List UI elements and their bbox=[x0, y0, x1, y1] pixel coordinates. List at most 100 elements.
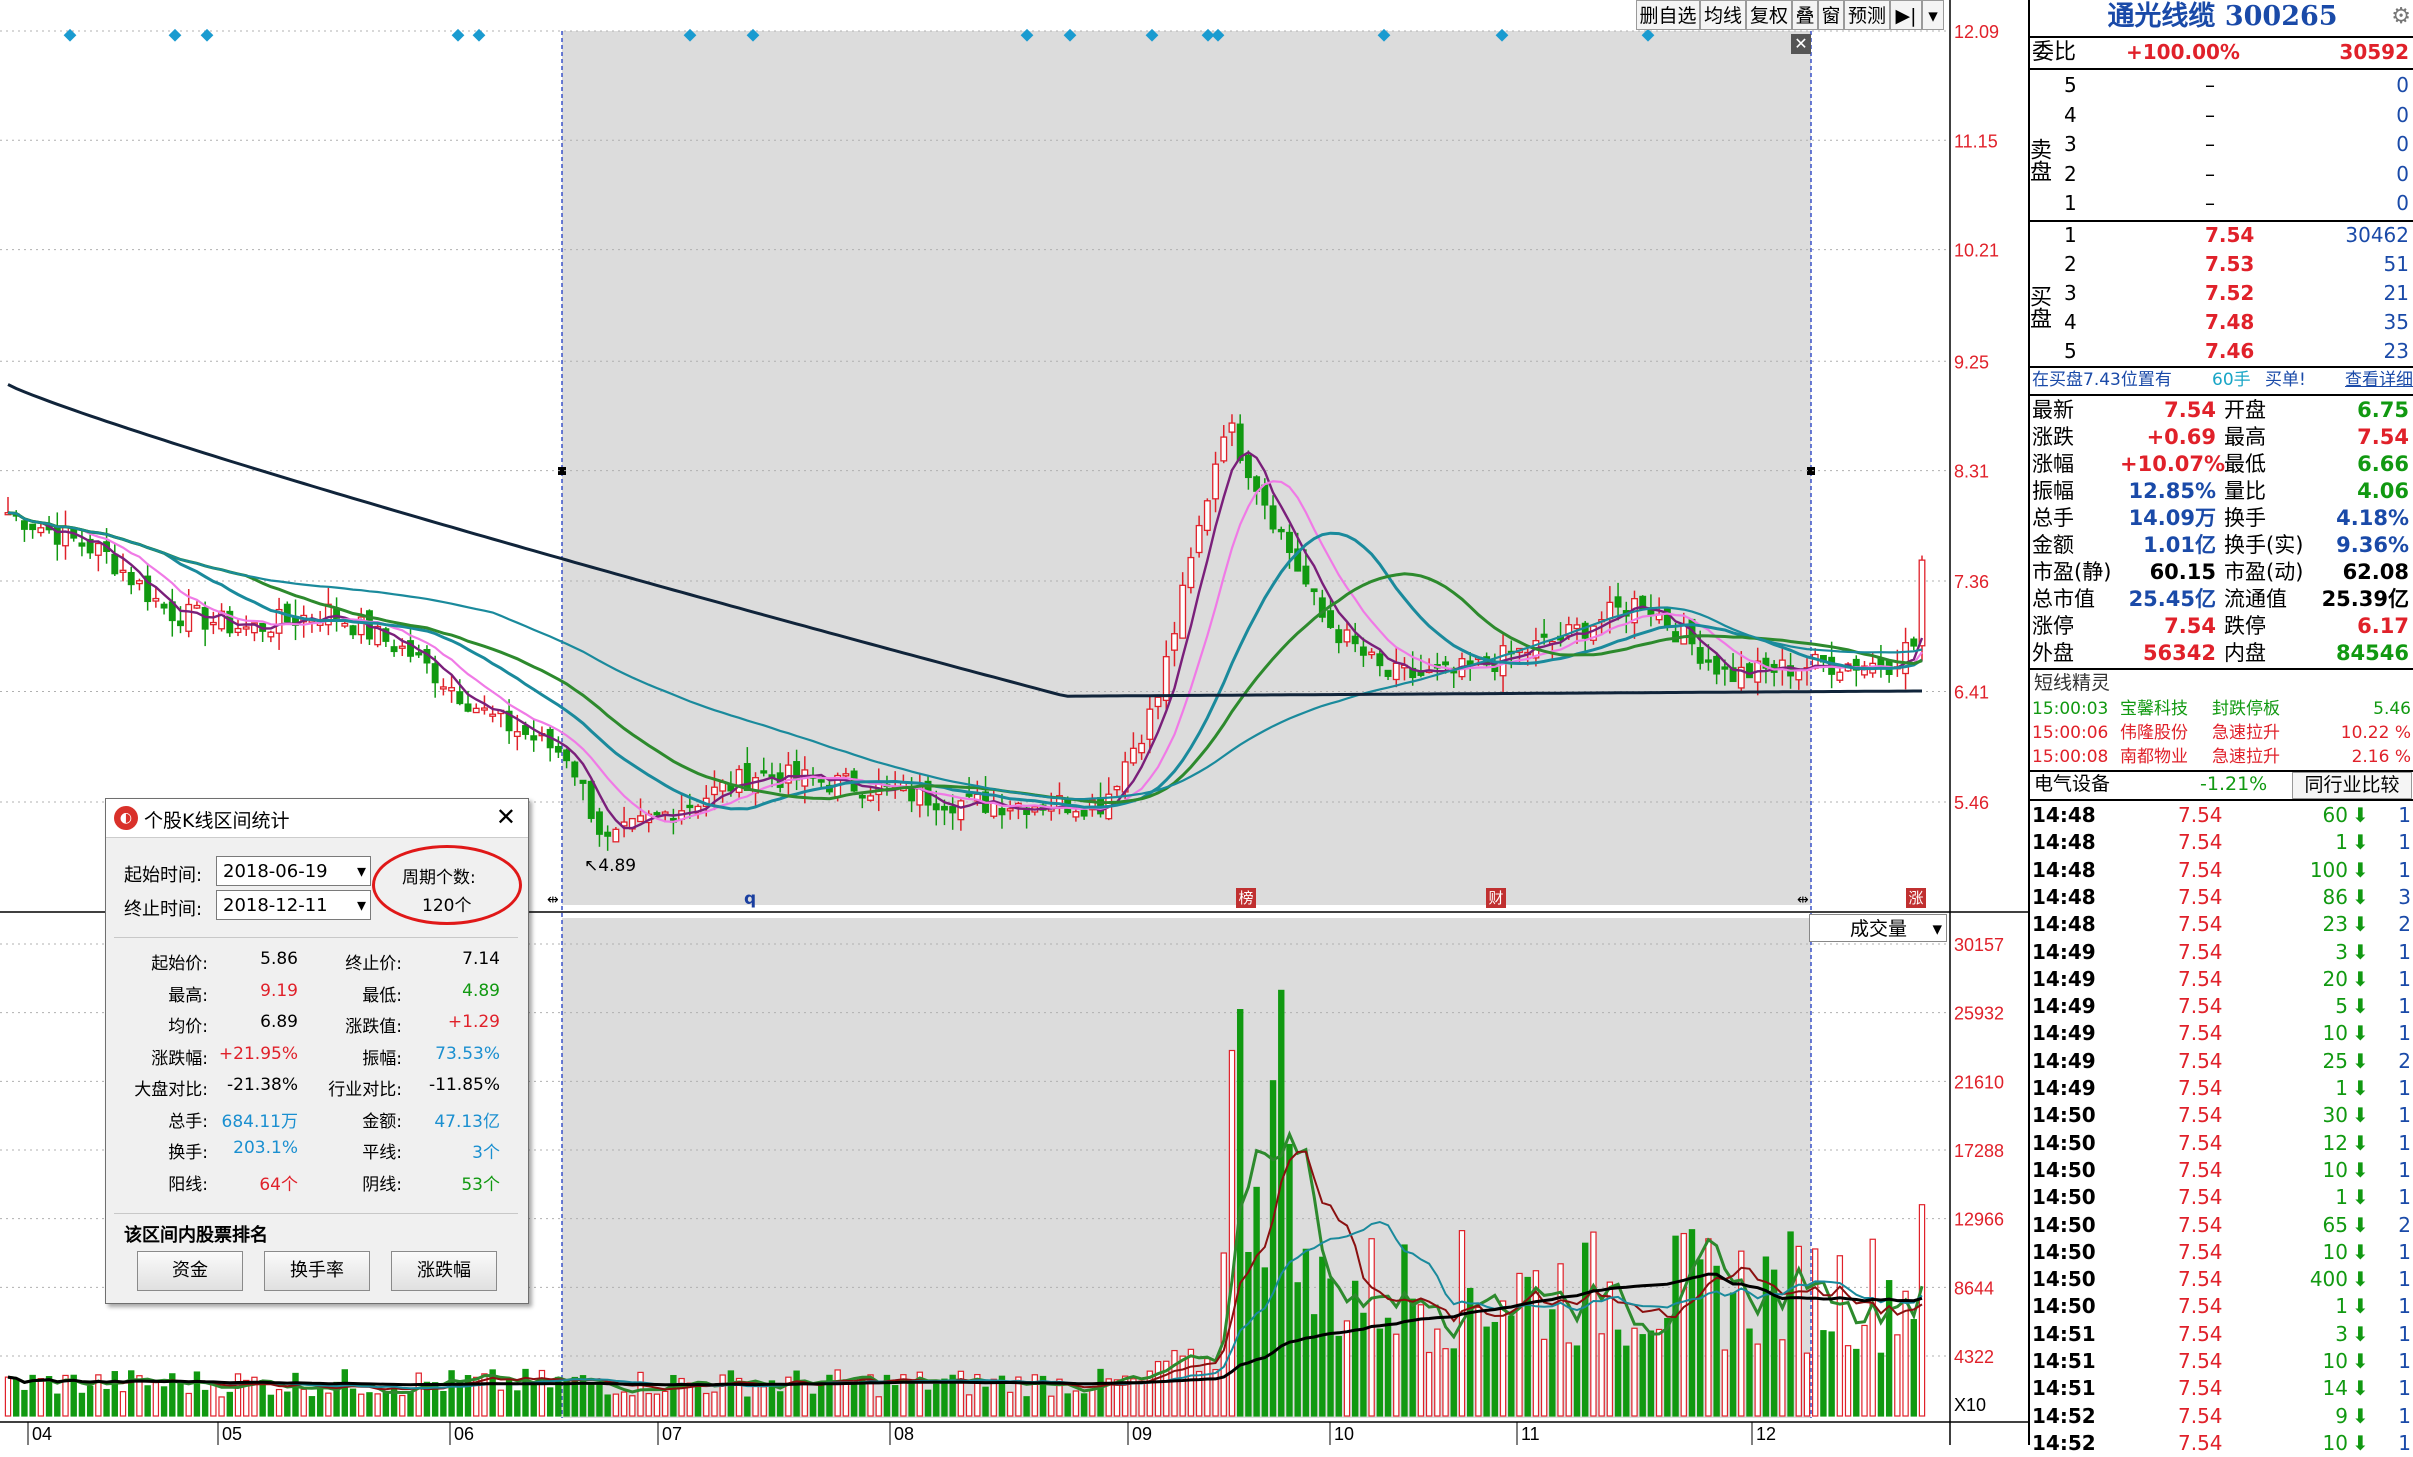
dialog-titlebar[interactable]: ◐ 个股K线区间统计 ✕ bbox=[106, 799, 528, 838]
view-detail-link[interactable]: 查看详细 bbox=[2345, 367, 2413, 393]
volume-bar bbox=[160, 1386, 168, 1417]
dlg-stat-value: 6.89 bbox=[260, 1012, 298, 1032]
start-label: 起始时间: bbox=[124, 865, 203, 886]
tick-price: 7.54 bbox=[2178, 1212, 2223, 1237]
close-selection-icon[interactable]: ✕ bbox=[1791, 34, 1811, 54]
candle-body bbox=[1203, 500, 1211, 532]
candle-body bbox=[37, 527, 45, 534]
stat-value: 7.54 bbox=[2164, 398, 2216, 422]
spirit-row[interactable]: 15:00:08 南都物业 急速拉升 2.16 % bbox=[2030, 745, 2413, 769]
volume-bar bbox=[497, 1389, 505, 1417]
tick-time: 14:49 bbox=[2032, 1021, 2096, 1046]
highlight-circle bbox=[372, 845, 522, 925]
volume-bar bbox=[1442, 1348, 1449, 1417]
date-tick-label: 12 bbox=[1756, 1424, 1776, 1444]
volume-bar bbox=[1614, 1329, 1622, 1417]
candle-body bbox=[1721, 666, 1729, 670]
weibi-label: 委比 bbox=[2032, 40, 2077, 65]
expand-icon[interactable]: ▶| bbox=[1890, 0, 1922, 30]
spirit-row[interactable]: 15:00:06 伟隆股份 急速拉升 10.22 % bbox=[2030, 721, 2413, 745]
tick-count: 1 bbox=[2398, 1239, 2411, 1264]
tick-row: 14:48 7.54 23 ⬇ 2 bbox=[2030, 911, 2413, 938]
rank-marker[interactable]: 榜 bbox=[1236, 888, 1256, 908]
tick-time: 14:52 bbox=[2032, 1403, 2096, 1428]
volume-bar bbox=[415, 1372, 422, 1417]
quote-stat-row: 涨停 7.54 跌停 6.17 bbox=[2030, 613, 2413, 640]
volume-bar bbox=[1754, 1343, 1761, 1417]
indicator-select[interactable]: 成交量 ▾ bbox=[1809, 914, 1947, 942]
big-order-note[interactable]: 在买盘7.43位置有 60手 买单! 查看详细 bbox=[2030, 367, 2413, 393]
volume-bar bbox=[1508, 1315, 1515, 1417]
candle-body bbox=[1351, 635, 1359, 645]
toolbar-dropdown-icon[interactable]: ▾ bbox=[1922, 0, 1944, 30]
sell-row: 1 – 0 bbox=[2030, 190, 2413, 217]
indicator-label: 成交量 bbox=[1850, 918, 1908, 940]
moving-average-button[interactable]: 均线 bbox=[1700, 0, 1746, 30]
candle-body bbox=[1269, 505, 1277, 530]
tick-row: 14:49 7.54 10 ⬇ 1 bbox=[2030, 1020, 2413, 1047]
buy-level: 4 bbox=[2064, 310, 2077, 334]
rank-fund-button[interactable]: 资金 bbox=[137, 1251, 243, 1291]
volume-bar bbox=[1376, 1328, 1384, 1417]
window-button[interactable]: 窗 bbox=[1818, 0, 1844, 30]
rank-turnover-button[interactable]: 换手率 bbox=[264, 1251, 370, 1291]
range-handle-icon[interactable]: ⇹ bbox=[1797, 892, 1809, 908]
overlay-button[interactable]: 叠 bbox=[1792, 0, 1818, 30]
tick-volume: 23 bbox=[2322, 912, 2348, 937]
tick-row: 14:48 7.54 60 ⬇ 1 bbox=[2030, 802, 2413, 829]
tick-time: 14:48 bbox=[2032, 912, 2096, 937]
volume-bar bbox=[1089, 1389, 1096, 1417]
delete-watchlist-button[interactable]: 删自选 bbox=[1636, 0, 1700, 30]
candle-body bbox=[998, 807, 1006, 816]
start-date-field[interactable]: 2018-06-19 ▾ bbox=[216, 856, 371, 886]
tick-row: 14:51 7.54 3 ⬇ 1 bbox=[2030, 1321, 2413, 1348]
forecast-button[interactable]: 预测 bbox=[1844, 0, 1890, 30]
sell-volume: 0 bbox=[2396, 73, 2409, 97]
sector-row: 电气设备 -1.21% 同行业比较 bbox=[2030, 771, 2413, 799]
sector-name: 电气设备 bbox=[2034, 773, 2111, 795]
volume-bar bbox=[965, 1394, 973, 1417]
candle-body bbox=[653, 812, 661, 816]
tick-row: 14:50 7.54 10 ⬇ 1 bbox=[2030, 1239, 2413, 1266]
rank-change-button[interactable]: 涨跌幅 bbox=[391, 1251, 497, 1291]
compare-button[interactable]: 同行业比较 bbox=[2292, 772, 2412, 799]
sell-row: 3 – 0 bbox=[2030, 131, 2413, 158]
close-icon[interactable]: ✕ bbox=[496, 803, 516, 831]
candle-body bbox=[1302, 565, 1310, 585]
tick-volume: 86 bbox=[2322, 884, 2348, 909]
price-tick-label: 5.46 bbox=[1954, 793, 1989, 813]
tick-price: 7.54 bbox=[2178, 939, 2223, 964]
volume-bar bbox=[1894, 1334, 1901, 1417]
candle-body bbox=[686, 804, 694, 809]
dlg-stat-label: 行业对比: bbox=[328, 1080, 402, 1100]
restore-rights-button[interactable]: 复权 bbox=[1746, 0, 1792, 30]
volume-bar bbox=[128, 1370, 135, 1417]
tick-row: 14:48 7.54 100 ⬇ 1 bbox=[2030, 857, 2413, 884]
spirit-row[interactable]: 15:00:03 宝馨科技 封跌停板 5.46 bbox=[2030, 697, 2413, 721]
limit-up-marker[interactable]: 涨 bbox=[1906, 888, 1926, 908]
volume-bar bbox=[1302, 1248, 1310, 1417]
volume-tick-label: X10 bbox=[1954, 1395, 1986, 1415]
volume-bar bbox=[1475, 1306, 1482, 1417]
volume-bar bbox=[284, 1391, 291, 1417]
candle-body bbox=[431, 663, 439, 684]
stat-value: 14.09万 bbox=[2128, 506, 2216, 530]
end-date-field[interactable]: 2018-12-11 ▾ bbox=[216, 890, 371, 920]
quote-stat-row: 振幅 12.85% 量比 4.06 bbox=[2030, 478, 2413, 505]
stat-value: 6.66 bbox=[2357, 452, 2409, 476]
volume-bar bbox=[1557, 1263, 1564, 1417]
interval-stats-dialog[interactable]: ◐ 个股K线区间统计 ✕ 起始时间: 2018-06-19 ▾ 终止时间: 201… bbox=[105, 798, 529, 1304]
volume-bar bbox=[579, 1375, 587, 1417]
tick-count: 1 bbox=[2398, 1267, 2411, 1292]
tick-count: 1 bbox=[2398, 1376, 2411, 1401]
candle-body bbox=[563, 749, 571, 762]
volume-bar bbox=[103, 1388, 110, 1417]
gear-icon[interactable]: ⚙ bbox=[2391, 4, 2411, 29]
volume-bar bbox=[1384, 1317, 1392, 1417]
finance-marker[interactable]: 财 bbox=[1486, 888, 1506, 908]
tick-row: 14:50 7.54 400 ⬇ 1 bbox=[2030, 1266, 2413, 1293]
range-handle-icon[interactable]: ⇹ bbox=[547, 892, 559, 908]
candle-body bbox=[817, 779, 825, 783]
candle-body bbox=[932, 803, 940, 811]
candle-body bbox=[29, 523, 37, 531]
